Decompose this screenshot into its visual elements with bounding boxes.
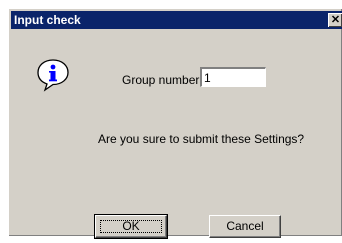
close-icon: ✕: [330, 14, 341, 26]
title-bar: Input check ✕: [11, 11, 342, 29]
cancel-label: Cancel: [226, 219, 264, 233]
ok-label: OK: [122, 219, 140, 233]
input-check-dialog: Input check ✕ Group number Are you sure …: [8, 8, 342, 239]
close-button[interactable]: ✕: [328, 13, 342, 27]
confirmation-message: Are you sure to submit these Settings?: [98, 132, 305, 146]
cancel-button[interactable]: Cancel: [209, 215, 281, 238]
ok-button[interactable]: OK: [94, 214, 168, 239]
group-number-label: Group number: [122, 73, 200, 87]
info-icon: [37, 59, 69, 92]
group-number-input[interactable]: [200, 67, 266, 87]
window-title: Input check: [14, 13, 81, 27]
